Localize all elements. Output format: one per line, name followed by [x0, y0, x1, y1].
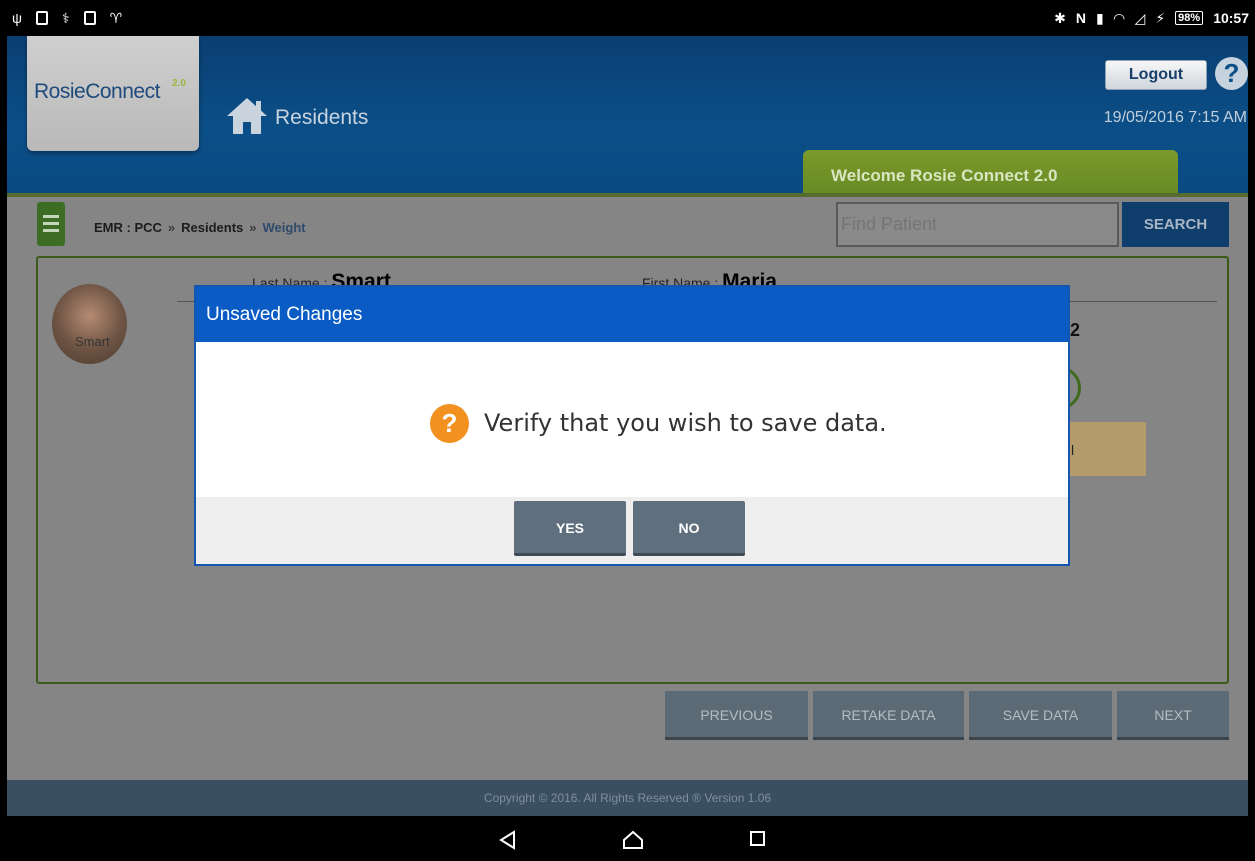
dialog-title: Unsaved Changes [196, 287, 1068, 342]
battery-level: 98% [1175, 11, 1204, 25]
notification-icons: ψ ⚕ ♈ [12, 10, 122, 27]
unsaved-changes-dialog: Unsaved Changes ? Verify that you wish t… [194, 285, 1070, 566]
back-icon[interactable] [498, 830, 516, 850]
breadcrumb: EMR : PCC » Residents » Weight [94, 220, 306, 235]
usb-debug-icon: ⚕ [61, 9, 70, 26]
signal-icon: ◿ [1134, 9, 1146, 26]
yes-button[interactable]: YES [514, 501, 626, 556]
current-datetime: 19/05/2016 7:15 AM [1103, 109, 1247, 126]
patient-avatar [52, 284, 127, 364]
home-nav-icon[interactable] [622, 830, 644, 850]
partial-card: l [1059, 422, 1146, 476]
system-status: ✱ N ▮ ◠ ◿ ⚡ 98% 10:57 [1054, 10, 1249, 27]
previous-button[interactable]: PREVIOUS [665, 691, 808, 740]
logo-card[interactable]: RosieConnect 2.0 [27, 36, 199, 151]
partial-value: 2 [1070, 320, 1081, 340]
android-nav-bar [0, 816, 1255, 861]
no-button[interactable]: NO [633, 501, 745, 556]
home-icon[interactable] [225, 96, 269, 136]
android-status-bar: ψ ⚕ ♈ ✱ N ▮ ◠ ◿ ⚡ 98% 10:57 [0, 0, 1255, 36]
breadcrumb-separator: » [249, 220, 257, 235]
search-button[interactable]: SEARCH [1122, 202, 1229, 247]
partial-card-text: l [1071, 442, 1075, 458]
sim-icon [35, 11, 48, 25]
logo-text: RosieConnect [34, 80, 160, 103]
home-label[interactable]: Residents [275, 106, 368, 130]
dialog-actions: YES NO [196, 497, 1068, 564]
action-bar: PREVIOUS RETAKE DATA SAVE DATA NEXT [665, 691, 1229, 740]
save-data-button[interactable]: SAVE DATA [969, 691, 1112, 740]
dialog-message: Verify that you wish to save data. [484, 409, 887, 437]
footer: Copyright © 2016. All Rights Reserved ® … [7, 780, 1248, 816]
image-icon [83, 11, 96, 25]
breadcrumb-emr[interactable]: EMR : PCC [94, 220, 162, 235]
breadcrumb-weight: Weight [262, 220, 306, 235]
logo-version: 2.0 [172, 78, 186, 89]
find-patient-input[interactable] [836, 202, 1119, 247]
nfc-icon: N [1075, 10, 1087, 26]
android-icon: ♈ [109, 9, 123, 26]
bluetooth-icon: ✱ [1054, 9, 1066, 26]
breadcrumb-separator: » [167, 220, 176, 235]
help-icon[interactable]: ? [1215, 57, 1248, 90]
welcome-tab: Welcome Rosie Connect 2.0 [803, 150, 1178, 193]
wifi-icon: ◠ [1113, 9, 1125, 26]
next-button[interactable]: NEXT [1117, 691, 1229, 740]
recents-icon[interactable] [749, 830, 767, 848]
header-divider [7, 193, 1248, 197]
question-icon: ? [430, 404, 469, 443]
menu-icon[interactable] [37, 202, 65, 246]
vibrate-icon: ▮ [1096, 9, 1104, 26]
retake-data-button[interactable]: RETAKE DATA [813, 691, 964, 740]
dialog-body: ? Verify that you wish to save data. [196, 342, 1068, 497]
logout-button[interactable]: Logout [1105, 60, 1207, 90]
breadcrumb-residents[interactable]: Residents [181, 220, 243, 235]
clock: 10:57 [1213, 10, 1249, 26]
usb-icon: ψ [12, 10, 22, 26]
charging-icon: ⚡ [1155, 9, 1166, 26]
avatar-alt-text: Smart [75, 334, 110, 349]
